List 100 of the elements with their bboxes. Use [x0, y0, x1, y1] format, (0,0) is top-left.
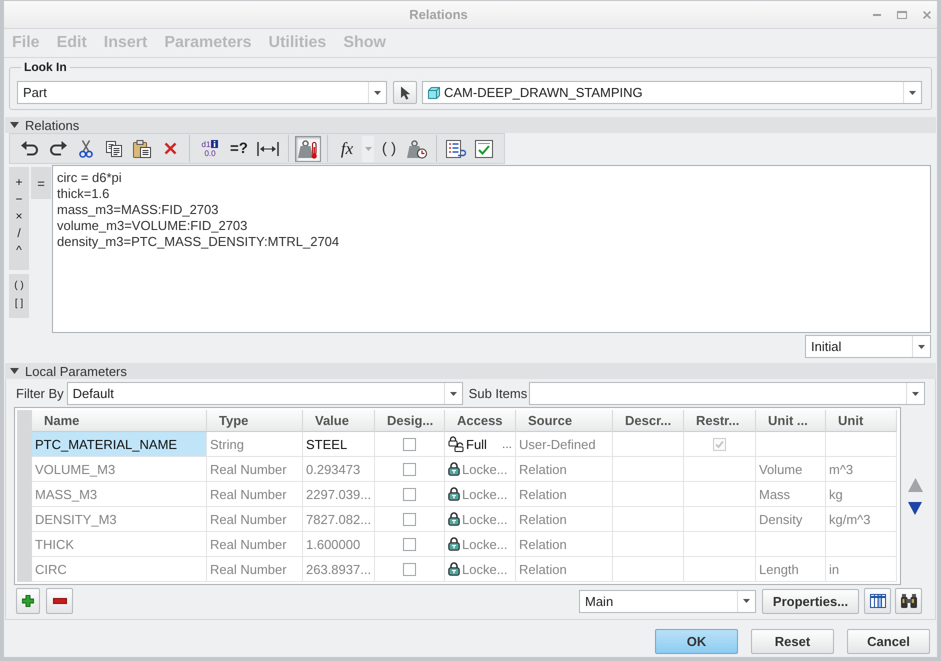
select-button[interactable]: [393, 81, 417, 104]
caret-icon: [374, 90, 381, 94]
undo-icon: [21, 141, 39, 156]
section-header[interactable]: Local Parameters: [5, 363, 936, 379]
relation-line: mass_m3=MASS:FID_2703: [57, 202, 220, 218]
section-header[interactable]: Relations: [5, 117, 936, 133]
table-cell: Real Number: [207, 457, 303, 482]
caret-icon: [743, 599, 750, 603]
access-text: Locke...: [462, 486, 508, 502]
table-cell: DENSITY_M3: [32, 507, 207, 532]
triangle-down-icon[interactable]: [10, 368, 19, 374]
table-cell: Relation: [516, 532, 613, 557]
column-header[interactable]: Unit ...: [756, 410, 826, 432]
table-cell: Relation: [516, 457, 613, 482]
table-cell: Real Number: [207, 557, 303, 582]
scissors-icon: [79, 140, 93, 158]
caret-icon: [450, 392, 457, 396]
operator-button[interactable]: ^: [9, 241, 29, 258]
column-header[interactable]: Name: [32, 410, 207, 432]
operator-button[interactable]: ×: [9, 207, 29, 224]
binoculars-icon: [900, 594, 916, 608]
table-cell: Real Number: [207, 532, 303, 557]
relation-line: volume_m3=VOLUME:FID_2703: [57, 218, 248, 234]
caret-icon: [912, 392, 919, 396]
checkbox[interactable]: [403, 488, 416, 500]
cross-icon: [164, 142, 176, 155]
empty-cell: [826, 432, 897, 457]
units-dropdown[interactable]: Initial: [805, 335, 931, 358]
empty-cell: [826, 532, 897, 557]
properties-button[interactable]: Properties...: [762, 588, 859, 614]
empty-cell: [613, 507, 684, 532]
caret-icon: [909, 90, 916, 94]
checkbox[interactable]: [403, 462, 416, 476]
caret-icon: [918, 344, 925, 348]
table-cell: 263.8937...: [303, 557, 375, 582]
down-arrow-icon[interactable]: [908, 502, 922, 514]
column-header[interactable]: Descr...: [613, 410, 684, 432]
access-text: Locke...: [462, 562, 508, 576]
table-cell: STEEL: [303, 432, 375, 457]
table-cell: CIRC: [32, 557, 207, 582]
redo-icon: [49, 141, 67, 156]
checkbox[interactable]: [403, 438, 416, 450]
table-cell: PTC_MATERIAL_NAME: [32, 432, 207, 457]
evaluate-button[interactable]: =?: [226, 136, 252, 162]
table-cell: 2297.039...: [303, 482, 375, 507]
info-icon: [211, 140, 218, 148]
more-button[interactable]: ...: [502, 437, 512, 451]
table-cell: 1.600000: [303, 532, 375, 557]
checkbox[interactable]: [403, 562, 416, 576]
filter-dropdown[interactable]: Default: [66, 382, 463, 405]
equals-button[interactable]: =: [31, 167, 51, 199]
operator-button[interactable]: +: [9, 173, 29, 190]
access-text: Locke...: [462, 512, 508, 526]
table-cell: String: [207, 432, 303, 457]
table-cell: Length: [756, 557, 826, 582]
dialog-button[interactable]: Reset: [751, 629, 834, 654]
empty-cell: [756, 532, 826, 557]
operator-button[interactable]: /: [9, 224, 29, 241]
table-cell: in: [826, 557, 897, 582]
columns-button[interactable]: [864, 588, 891, 614]
find-button[interactable]: [895, 588, 922, 614]
operator-button[interactable]: −: [9, 190, 29, 207]
column-header[interactable]: Source: [516, 410, 613, 432]
table-cell: VOLUME_M3: [32, 457, 207, 482]
column-header[interactable]: Unit: [826, 410, 897, 432]
dialog-button[interactable]: OK: [655, 629, 738, 654]
view-dropdown[interactable]: Main: [579, 590, 756, 612]
type-dropdown[interactable]: Part: [17, 81, 387, 104]
table-cell: Mass: [756, 482, 826, 507]
function-button[interactable]: fx: [334, 136, 360, 162]
dialog-button[interactable]: Cancel: [847, 629, 930, 654]
relations-editor[interactable]: circ = d6*pi thick=1.6 mass_m3=MASS:FID_2703 volume_m3=VOLUME:FID_2703 density_m3=PTC_MASS_DENSITY:MTRL_2704: [52, 165, 931, 333]
table-cell: User-Defined: [516, 432, 613, 457]
field-label: Filter By: [16, 386, 64, 401]
table-cell: Density: [756, 507, 826, 532]
column-header[interactable]: Value: [303, 410, 375, 432]
access-text: Full: [466, 436, 487, 452]
checkbox[interactable]: [403, 512, 416, 526]
table-cell: Volume: [756, 457, 826, 482]
column-header[interactable]: Type: [207, 410, 303, 432]
pointer-icon: [400, 86, 410, 100]
column-header[interactable]: Desig...: [375, 410, 445, 432]
clipboard-icon: [133, 140, 151, 158]
operator-button[interactable]: ( ): [9, 276, 29, 294]
table-cell: m^3: [826, 457, 897, 482]
model-dropdown[interactable]: CAM-DEEP_DRAWN_STAMPING: [422, 81, 922, 104]
remove-button[interactable]: [46, 588, 73, 614]
access-text: Locke...: [462, 462, 508, 476]
add-button[interactable]: [16, 588, 40, 614]
checkbox[interactable]: [403, 538, 416, 550]
relation-line: circ = d6*pi: [57, 170, 123, 186]
empty-cell: [613, 482, 684, 507]
operator-button[interactable]: [ ]: [9, 294, 29, 312]
column-header[interactable]: Restr...: [684, 410, 756, 432]
column-header[interactable]: Access: [445, 410, 516, 432]
table-cell: 7827.082...: [303, 507, 375, 532]
units-button[interactable]: [295, 136, 321, 162]
parentheses-button[interactable]: ( ): [376, 136, 402, 162]
switch-button[interactable]: d1 0.0: [196, 136, 224, 162]
triangle-down-icon[interactable]: [10, 122, 19, 128]
